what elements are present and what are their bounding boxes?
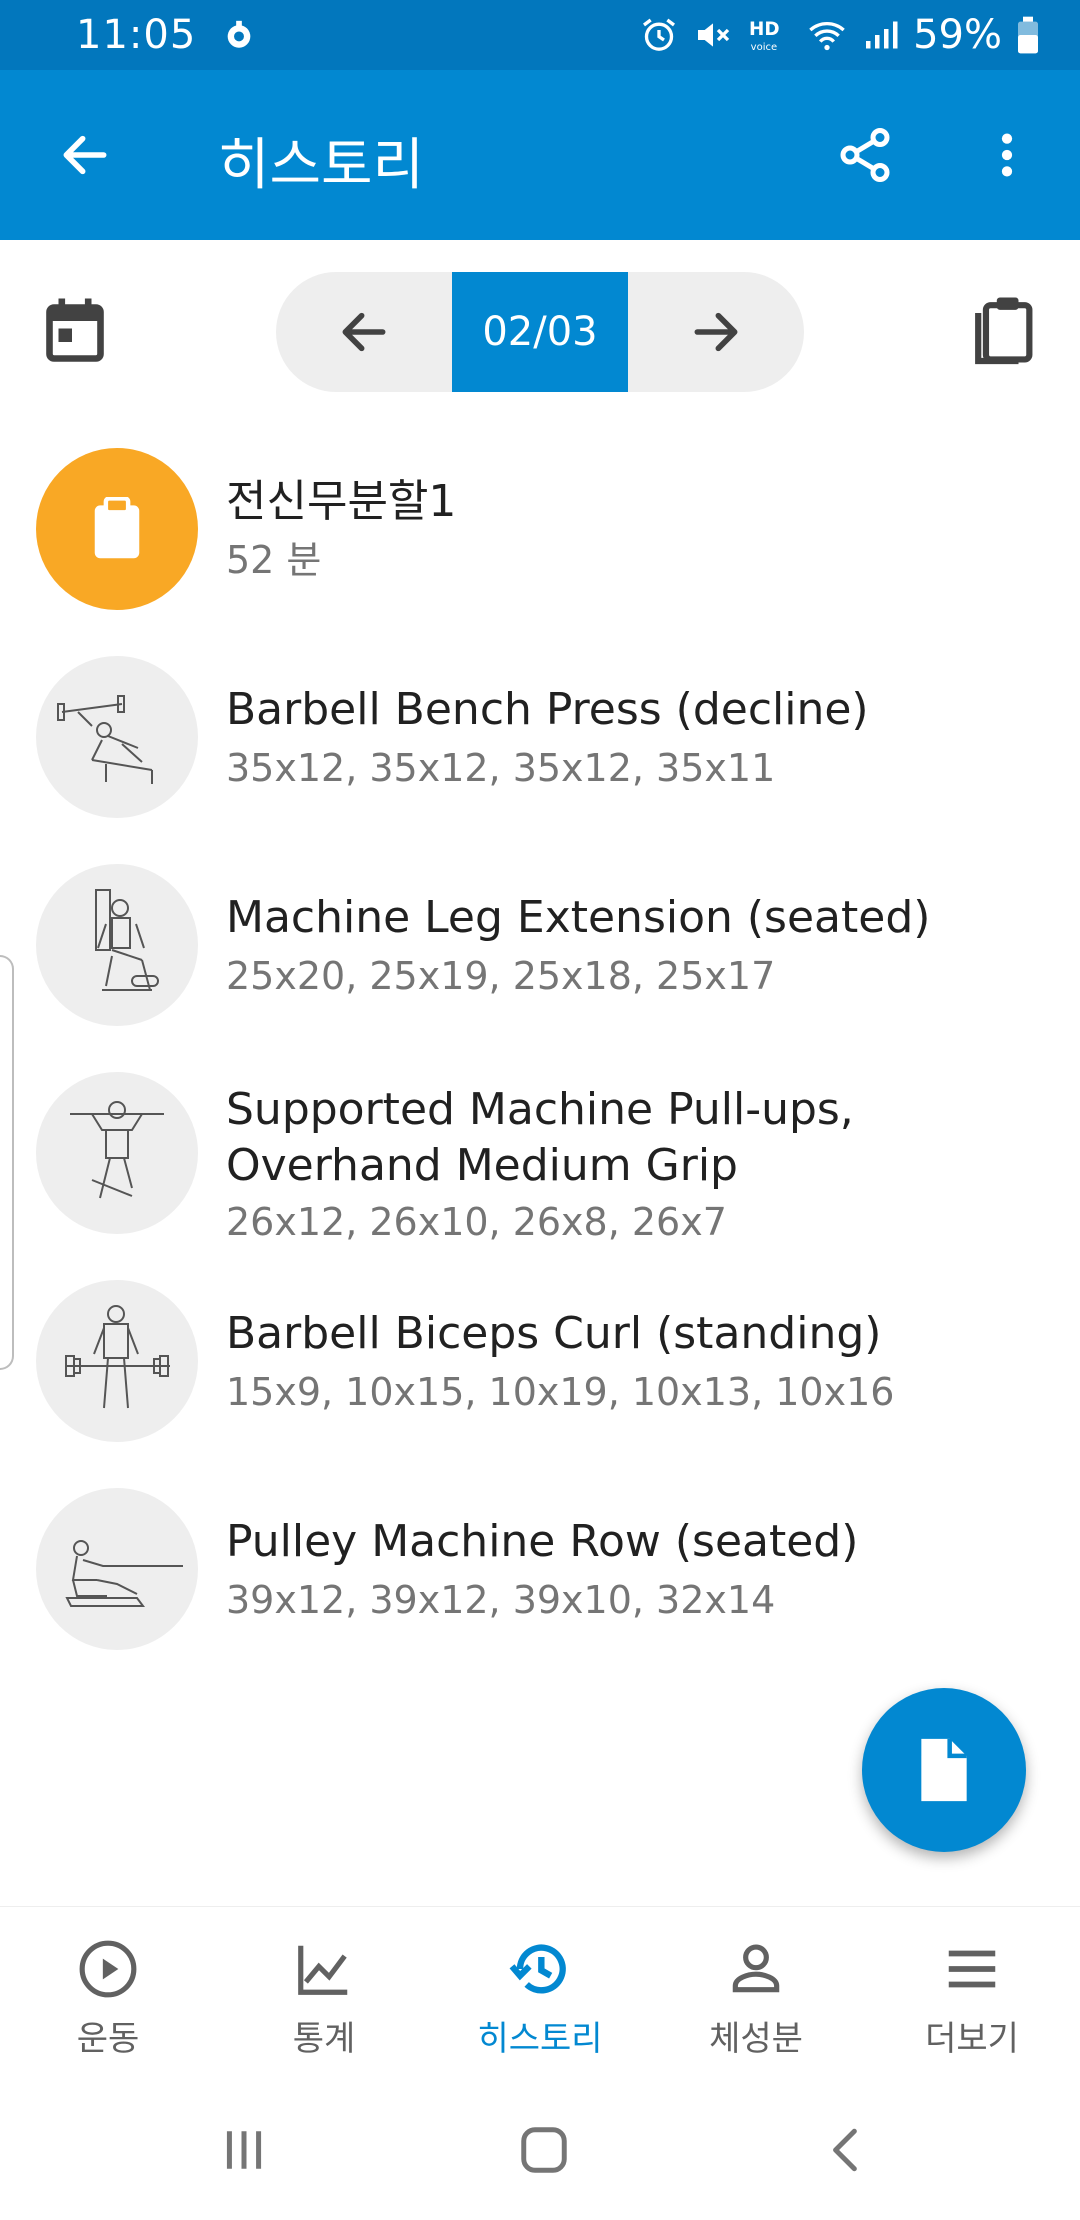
exercise-item[interactable]: Machine Leg Extension (seated) 25x20, 25… <box>0 856 1080 1026</box>
home-icon <box>521 2127 567 2173</box>
exercise-sets: 35x12, 35x12, 35x12, 35x11 <box>226 746 776 790</box>
workout-duration: 52 분 <box>226 538 322 582</box>
arrow-left-icon <box>342 312 386 352</box>
exercise-name-line-2: Overhand Medium Grip <box>226 1140 738 1191</box>
status-bar: 11:05 HD voice 59% <box>0 0 1080 70</box>
nav-label: 통계 <box>292 2019 356 2059</box>
sync-icon <box>222 18 256 52</box>
back-button[interactable] <box>40 110 130 200</box>
nav-item-stats[interactable]: 통계 <box>216 1907 432 2080</box>
share-icon <box>840 128 890 183</box>
bottom-navigation: 운동 통계 히스토리 체성분 더보기 <box>0 1906 1080 2080</box>
page-indicator[interactable]: 02/03 <box>452 272 628 392</box>
arrow-right-icon <box>694 312 738 352</box>
signal-icon <box>863 15 899 55</box>
workout-title: 전신무분할1 <box>226 476 457 527</box>
nav-label: 체성분 <box>709 2019 803 2059</box>
exercise-name: Barbell Biceps Curl (standing) <box>226 1308 882 1359</box>
biceps-curl-illustration-icon <box>65 1305 170 1409</box>
play-circle-icon <box>79 1940 137 1998</box>
calendar-icon <box>46 298 104 362</box>
history-icon <box>509 1944 566 1994</box>
nav-label: 더보기 <box>925 2019 1019 2059</box>
next-page-button[interactable] <box>628 272 804 392</box>
svg-text:voice: voice <box>751 42 777 53</box>
previous-page-button[interactable] <box>276 272 452 392</box>
nav-label: 운동 <box>76 2019 140 2059</box>
exercise-name: Pulley Machine Row (seated) <box>226 1516 859 1567</box>
date-pager: 02/03 <box>276 272 804 392</box>
exercise-sets: 25x20, 25x19, 25x18, 25x17 <box>226 954 776 998</box>
recent-apps-icon <box>226 2131 262 2169</box>
seated-row-illustration-icon <box>65 1540 183 1607</box>
chart-line-icon <box>298 1945 348 1995</box>
clipboard-icon <box>94 497 140 559</box>
paste-button[interactable] <box>966 290 1040 370</box>
calendar-button[interactable] <box>38 290 112 370</box>
nav-item-history[interactable]: 히스토리 <box>432 1907 648 2080</box>
exercise-sets: 15x9, 10x15, 10x19, 10x13, 10x16 <box>226 1370 895 1414</box>
exercise-name-line-1: Supported Machine Pull-ups, <box>226 1084 854 1135</box>
workout-avatar <box>36 448 198 610</box>
nav-item-body-composition[interactable]: 체성분 <box>648 1907 864 2080</box>
system-back-button[interactable] <box>786 2110 906 2190</box>
app-bar: 히스토리 <box>0 70 1080 240</box>
share-button[interactable] <box>820 110 910 200</box>
leg-extension-illustration-icon <box>95 889 159 991</box>
exercise-sets: 39x12, 39x12, 39x10, 32x14 <box>226 1578 776 1622</box>
exercise-name: Machine Leg Extension (seated) <box>226 892 931 943</box>
exercise-item[interactable]: Barbell Bench Press (decline) 35x12, 35x… <box>0 648 1080 818</box>
chevron-left-icon <box>833 2128 857 2172</box>
battery-icon <box>1016 15 1040 55</box>
menu-icon <box>948 1950 996 1988</box>
exercise-thumbnail <box>36 1488 198 1650</box>
new-document-button[interactable] <box>862 1688 1026 1852</box>
exercise-item[interactable]: Pulley Machine Row (seated) 39x12, 39x12… <box>0 1480 1080 1650</box>
exercise-item[interactable]: Barbell Biceps Curl (standing) 15x9, 10x… <box>0 1272 1080 1442</box>
person-icon <box>732 1944 780 1993</box>
more-options-button[interactable] <box>962 110 1052 200</box>
exercise-thumbnail <box>36 1072 198 1234</box>
mute-icon <box>693 15 733 55</box>
home-button[interactable] <box>484 2110 604 2190</box>
svg-text:HD: HD <box>749 19 780 40</box>
battery-percent: 59% <box>913 12 1002 58</box>
exercise-thumbnail <box>36 864 198 1026</box>
workout-item[interactable]: 전신무분할1 52 분 <box>0 440 1080 610</box>
recent-apps-button[interactable] <box>184 2110 304 2190</box>
wifi-icon <box>805 15 849 55</box>
status-time: 11:05 <box>76 12 197 58</box>
clipboard-icon <box>975 297 1033 365</box>
edge-panel-handle[interactable] <box>0 955 14 1370</box>
hd-voice-icon: HD voice <box>747 15 791 55</box>
exercise-item[interactable]: Supported Machine Pull-ups, Overhand Med… <box>0 1064 1080 1264</box>
nav-item-workout[interactable]: 운동 <box>0 1907 216 2080</box>
nav-label: 히스토리 <box>477 2019 603 2059</box>
exercise-name: Barbell Bench Press (decline) <box>226 684 869 735</box>
arrow-back-icon <box>63 135 107 175</box>
bench-press-illustration-icon <box>57 695 153 784</box>
more-vert-icon <box>1001 133 1013 177</box>
nav-item-more[interactable]: 더보기 <box>864 1907 1080 2080</box>
exercise-thumbnail <box>36 1280 198 1442</box>
pull-up-illustration-icon <box>70 1101 164 1199</box>
exercise-thumbnail <box>36 656 198 818</box>
page-title: 히스토리 <box>218 133 425 198</box>
document-icon <box>921 1738 967 1802</box>
exercise-sets: 26x12, 26x10, 26x8, 26x7 <box>226 1200 727 1244</box>
alarm-icon <box>639 15 679 55</box>
system-navigation-bar <box>0 2080 1080 2220</box>
